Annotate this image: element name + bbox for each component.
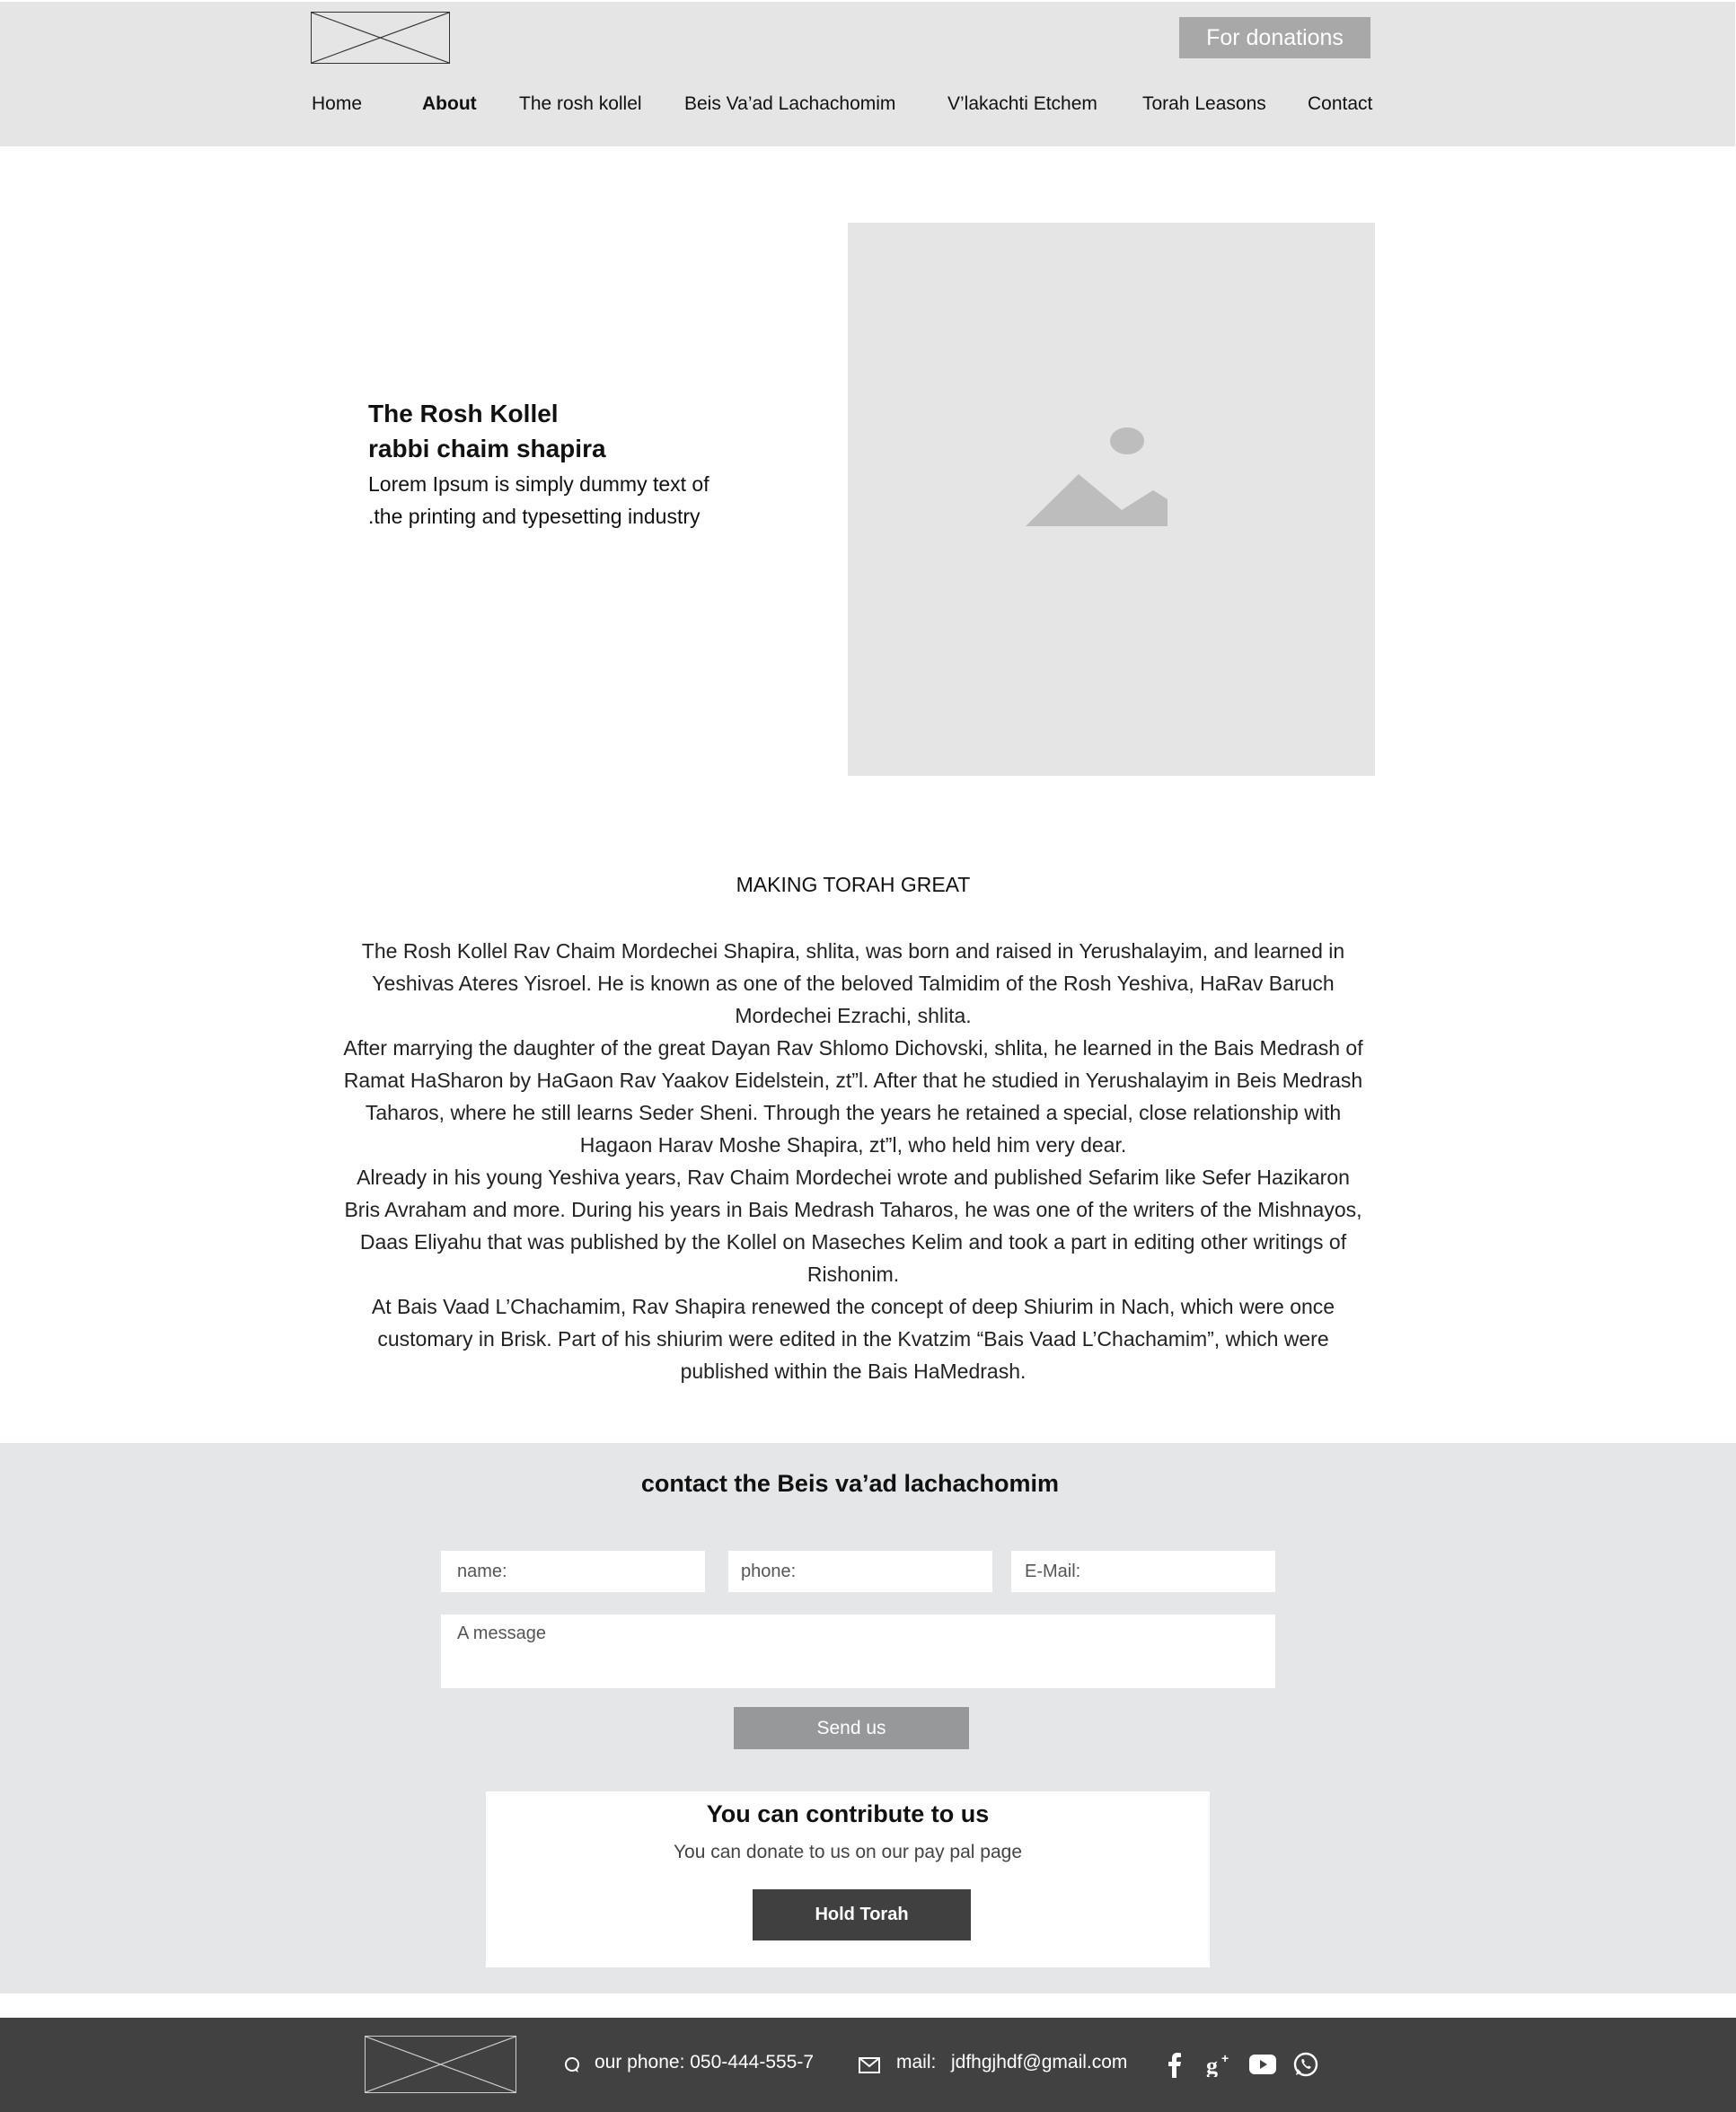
footer-phone: our phone: 050-444-555-7 [595,2052,815,2072]
email-field[interactable]: E-Mail: [1011,1551,1275,1592]
nav-contact[interactable]: Contact [1308,93,1372,115]
rosh-kollel-image [848,223,1375,776]
logo-placeholder[interactable] [311,12,450,64]
image-placeholder-icon [1026,427,1168,526]
hero-title: The Rosh Kollel [368,400,559,427]
hero-text-line: Lorem Ipsum is simply dummy text of [368,472,709,496]
site-header [0,0,1736,146]
article-paragraph: Already in his young Yeshiva years, Rav … [344,1166,1362,1286]
svg-text:g: g [1206,2053,1218,2077]
footer-mail-value[interactable]: jdfhgjhdf@gmail.com [951,2052,1127,2073]
contact-heading: contact the Beis va’ad lachachomim [640,1470,1060,1497]
phone-bubble-icon [563,2056,581,2074]
send-button[interactable]: Send us [734,1707,969,1749]
nav-torah-lessons[interactable]: Torah Leasons [1142,93,1266,115]
footer-mail-label: mail: [896,2052,937,2072]
nav-beis-vaad[interactable]: Beis Va’ad Lachachomim [684,93,895,115]
svg-text:+: + [1221,2052,1229,2065]
hold-torah-button[interactable]: Hold Torah [753,1889,971,1940]
contribute-subtitle: You can donate to us on our pay pal page [673,1842,1023,1862]
donations-button[interactable]: For donations [1179,17,1370,58]
facebook-icon[interactable] [1167,2051,1183,2078]
footer-logo-placeholder[interactable] [365,2036,516,2093]
logo-placeholder-icon [366,2037,516,2092]
nav-vlakachti-etchem[interactable]: V’lakachti Etchem [947,93,1097,115]
nav-home[interactable]: Home [312,93,362,115]
article-paragraph: After marrying the daughter of the great… [343,1036,1363,1157]
hero-subtitle: rabbi chaim shapira [368,435,606,462]
article-heading: MAKING TORAH GREAT [736,873,971,896]
youtube-icon[interactable] [1249,2055,1276,2074]
nav-about[interactable]: About [422,93,477,115]
hero-text-line: .the printing and typesetting industry [368,505,701,528]
article-body: The Rosh Kollel Rav Chaim Mordechei Shap… [341,935,1365,1387]
google-plus-icon[interactable]: g + [1206,2052,1233,2077]
contribute-title: You can contribute to us [706,1800,990,1827]
whatsapp-icon[interactable] [1292,2051,1319,2078]
nav-rosh-kollel[interactable]: The rosh kollel [519,93,642,115]
mail-icon [859,2057,880,2073]
article-paragraph: At Bais Vaad L’Chachamim, Rav Shapira re… [371,1295,1335,1383]
message-field[interactable]: A message [441,1615,1275,1688]
logo-placeholder-icon [312,13,449,63]
article-paragraph: The Rosh Kollel Rav Chaim Mordechei Shap… [361,939,1345,1027]
name-field[interactable]: name: [441,1551,705,1592]
header-top-line [0,0,1736,2]
phone-field[interactable]: phone: [728,1551,992,1592]
